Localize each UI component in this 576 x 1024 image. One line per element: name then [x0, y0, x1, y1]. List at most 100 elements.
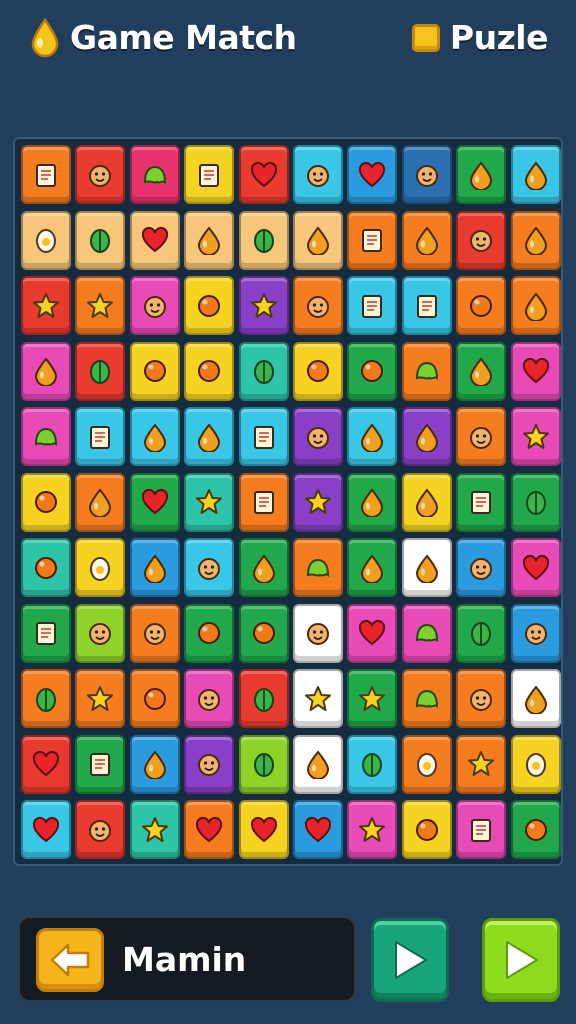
tile[interactable]	[456, 210, 507, 270]
tile[interactable]	[21, 603, 71, 663]
tile[interactable]	[129, 538, 180, 597]
tile[interactable]	[401, 341, 452, 401]
tile[interactable]	[293, 669, 343, 728]
tile[interactable]	[456, 538, 507, 597]
tile[interactable]	[21, 145, 71, 204]
tile[interactable]	[184, 734, 235, 794]
tile[interactable]	[238, 341, 289, 401]
tile[interactable]	[238, 472, 289, 532]
tile[interactable]	[510, 145, 561, 204]
tile[interactable]	[75, 472, 126, 532]
tile[interactable]	[75, 210, 126, 270]
tile[interactable]	[510, 472, 561, 532]
tile[interactable]	[75, 145, 126, 204]
tile[interactable]	[184, 472, 235, 532]
tile[interactable]	[184, 210, 235, 270]
next-button[interactable]	[482, 918, 560, 1002]
tile[interactable]	[293, 145, 343, 204]
tile[interactable]	[456, 407, 507, 466]
tile[interactable]	[238, 407, 289, 466]
tile[interactable]	[21, 800, 71, 859]
tile[interactable]	[510, 669, 561, 728]
tile[interactable]	[75, 734, 126, 794]
tile[interactable]	[347, 669, 398, 728]
tile[interactable]	[129, 341, 180, 401]
tile[interactable]	[75, 800, 126, 859]
tile[interactable]	[184, 538, 235, 597]
tile[interactable]	[184, 603, 235, 663]
tile[interactable]	[238, 603, 289, 663]
tile[interactable]	[510, 538, 561, 597]
tile[interactable]	[129, 472, 180, 532]
tile[interactable]	[129, 276, 180, 335]
tile[interactable]	[75, 669, 126, 728]
tile[interactable]	[184, 276, 235, 335]
tile[interactable]	[129, 669, 180, 728]
tile[interactable]	[347, 538, 398, 597]
tile[interactable]	[129, 734, 180, 794]
tile[interactable]	[129, 603, 180, 663]
tile[interactable]	[347, 210, 398, 270]
tile[interactable]	[184, 341, 235, 401]
tile[interactable]	[401, 603, 452, 663]
tile[interactable]	[129, 210, 180, 270]
tile[interactable]	[21, 341, 71, 401]
tile[interactable]	[21, 407, 71, 466]
tile[interactable]	[456, 603, 507, 663]
tile[interactable]	[456, 800, 507, 859]
tile[interactable]	[456, 734, 507, 794]
tile[interactable]	[21, 210, 71, 270]
tile[interactable]	[238, 734, 289, 794]
tile[interactable]	[21, 472, 71, 532]
tile[interactable]	[75, 538, 126, 597]
tile[interactable]	[347, 276, 398, 335]
tile[interactable]	[293, 407, 343, 466]
tile[interactable]	[401, 210, 452, 270]
tile[interactable]	[293, 603, 343, 663]
tile[interactable]	[184, 407, 235, 466]
tile[interactable]	[75, 341, 126, 401]
tile[interactable]	[75, 276, 126, 335]
tile[interactable]	[401, 669, 452, 728]
tile[interactable]	[401, 145, 452, 204]
tile[interactable]	[238, 210, 289, 270]
tile[interactable]	[75, 603, 126, 663]
back-button[interactable]	[36, 928, 104, 992]
tile[interactable]	[510, 341, 561, 401]
tile[interactable]	[347, 472, 398, 532]
tile[interactable]	[238, 538, 289, 597]
tile[interactable]	[21, 276, 71, 335]
tile[interactable]	[184, 800, 235, 859]
tile[interactable]	[238, 669, 289, 728]
tile[interactable]	[401, 407, 452, 466]
play-button[interactable]	[371, 918, 449, 1002]
tile[interactable]	[456, 669, 507, 728]
tile[interactable]	[184, 145, 235, 204]
tile[interactable]	[347, 734, 398, 794]
tile[interactable]	[293, 800, 343, 859]
tile[interactable]	[75, 407, 126, 466]
tile[interactable]	[401, 472, 452, 532]
tile[interactable]	[21, 669, 71, 728]
tile[interactable]	[21, 538, 71, 597]
tile[interactable]	[129, 407, 180, 466]
tile[interactable]	[293, 276, 343, 335]
tile[interactable]	[510, 603, 561, 663]
tile[interactable]	[293, 538, 343, 597]
tile[interactable]	[401, 734, 452, 794]
tile[interactable]	[129, 145, 180, 204]
tile[interactable]	[293, 341, 343, 401]
tile[interactable]	[456, 472, 507, 532]
tile[interactable]	[347, 800, 398, 859]
tile[interactable]	[510, 734, 561, 794]
tile[interactable]	[510, 210, 561, 270]
tile[interactable]	[510, 407, 561, 466]
tile[interactable]	[401, 538, 452, 597]
tile[interactable]	[238, 800, 289, 859]
tile[interactable]	[129, 800, 180, 859]
tile[interactable]	[510, 800, 561, 859]
tile[interactable]	[347, 145, 398, 204]
tile[interactable]	[184, 669, 235, 728]
mode-group[interactable]: Puzle	[411, 16, 549, 60]
tile[interactable]	[238, 145, 289, 204]
